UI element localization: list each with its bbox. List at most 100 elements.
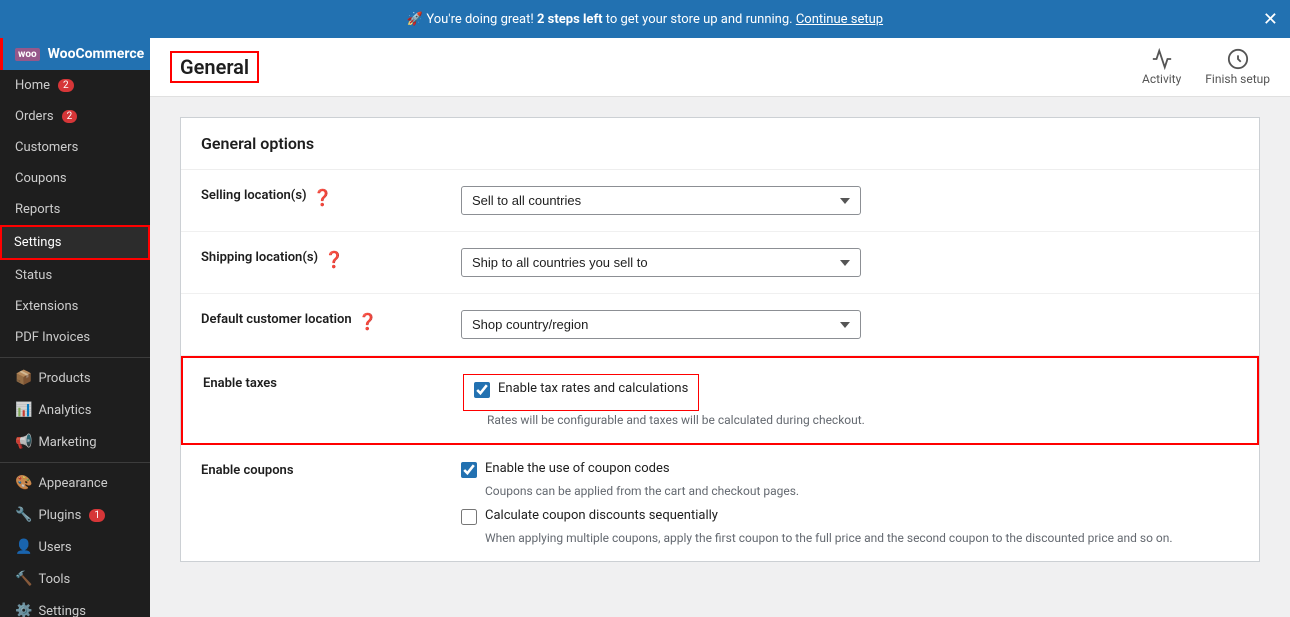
shipping-location-select[interactable]: Ship to all countries you sell to Ship t…: [461, 248, 861, 277]
analytics-icon: 📊: [15, 402, 32, 418]
tax-rates-checkbox[interactable]: [474, 382, 490, 398]
enable-coupons-label: Enable coupons: [201, 463, 294, 478]
users-icon: 👤: [15, 539, 32, 555]
sidebar-item-appearance[interactable]: 🎨 Appearance: [0, 467, 150, 499]
shipping-location-label: Shipping location(s): [201, 250, 318, 265]
sidebar-item-settings2[interactable]: ⚙️ Settings: [0, 595, 150, 617]
sidebar-item-analytics[interactable]: 📊 Analytics: [0, 394, 150, 426]
sidebar-logo[interactable]: woo WooCommerce: [0, 38, 150, 70]
settings-label: Settings: [14, 235, 61, 250]
pdf-invoices-label: PDF Invoices: [15, 330, 90, 345]
home-badge: 2: [58, 79, 74, 92]
coupon-sequential-checkbox[interactable]: [461, 509, 477, 525]
users-label: Users: [38, 540, 71, 555]
plugins-icon: 🔧: [15, 507, 32, 523]
coupon-sequential-checkbox-row: Calculate coupon discounts sequentially: [461, 508, 1239, 525]
default-customer-location-label: Default customer location: [201, 312, 352, 327]
coupon-sequential-description: When applying multiple coupons, apply th…: [485, 531, 1239, 545]
appearance-icon: 🎨: [15, 475, 32, 491]
coupon-codes-checkbox-row: Enable the use of coupon codes: [461, 461, 1239, 478]
products-label: Products: [38, 371, 90, 386]
shipping-location-help[interactable]: ❓: [324, 250, 344, 269]
sidebar-item-tools[interactable]: 🔨 Tools: [0, 563, 150, 595]
orders-label: Orders: [15, 109, 54, 124]
woo-icon: woo: [15, 48, 40, 61]
analytics-label: Analytics: [38, 403, 91, 418]
sidebar: woo WooCommerce Home 2 Orders 2 Customer…: [0, 38, 150, 617]
customers-label: Customers: [15, 140, 78, 155]
sidebar-item-pdf-invoices[interactable]: PDF Invoices: [0, 322, 150, 353]
enable-taxes-row: Enable taxes Enable tax rates and calcul…: [181, 356, 1259, 445]
default-customer-location-row: Default customer location ❓ Shop country…: [181, 294, 1259, 356]
selling-location-label: Selling location(s): [201, 188, 307, 203]
plugins-label: Plugins: [38, 508, 81, 523]
enable-coupons-row: Enable coupons Enable the use of coupon …: [181, 445, 1259, 561]
sidebar-item-settings[interactable]: Settings: [0, 225, 150, 260]
home-label: Home: [15, 78, 50, 93]
status-label: Status: [15, 268, 52, 283]
sidebar-logo-text: WooCommerce: [48, 46, 145, 62]
marketing-icon: 📢: [15, 434, 32, 450]
sidebar-item-coupons[interactable]: Coupons: [0, 163, 150, 194]
activity-button[interactable]: Activity: [1142, 48, 1181, 86]
general-options-section: General options Selling location(s) ❓ Se…: [180, 117, 1260, 562]
selling-location-select[interactable]: Sell to all countries Sell to specific c…: [461, 186, 861, 215]
tools-label: Tools: [38, 572, 70, 587]
tools-icon: 🔨: [15, 571, 32, 587]
sidebar-item-reports[interactable]: Reports: [0, 194, 150, 225]
sidebar-item-plugins[interactable]: 🔧 Plugins 1: [0, 499, 150, 531]
header-actions: Activity Finish setup: [1142, 48, 1270, 86]
tax-rates-checkbox-label[interactable]: Enable tax rates and calculations: [498, 381, 688, 396]
continue-setup-link[interactable]: Continue setup: [796, 12, 883, 27]
coupon-codes-label[interactable]: Enable the use of coupon codes: [485, 461, 670, 476]
selling-location-help[interactable]: ❓: [313, 188, 333, 207]
close-banner-button[interactable]: ✕: [1263, 10, 1278, 28]
orders-badge: 2: [62, 110, 78, 123]
finish-setup-label: Finish setup: [1205, 72, 1270, 86]
marketing-label: Marketing: [38, 435, 96, 450]
banner-message: 🚀 You're doing great! 2 steps left to ge…: [407, 12, 883, 27]
section-title: General options: [181, 118, 1259, 170]
tax-rates-description: Rates will be configurable and taxes wil…: [487, 413, 1237, 427]
selling-location-row: Selling location(s) ❓ Sell to all countr…: [181, 170, 1259, 232]
sidebar-item-extensions[interactable]: Extensions: [0, 291, 150, 322]
selling-location-control: Sell to all countries Sell to specific c…: [461, 186, 1239, 215]
page-header: General Activity Finish setup: [150, 38, 1290, 97]
content-area: General Activity Finish setup: [150, 38, 1290, 617]
sidebar-item-users[interactable]: 👤 Users: [0, 531, 150, 563]
sidebar-divider-2: [0, 462, 150, 463]
shipping-location-row: Shipping location(s) ❓ Ship to all count…: [181, 232, 1259, 294]
coupon-codes-checkbox[interactable]: [461, 462, 477, 478]
enable-taxes-control: Enable tax rates and calculations Rates …: [463, 374, 1237, 427]
sidebar-item-marketing[interactable]: 📢 Marketing: [0, 426, 150, 458]
products-icon: 📦: [15, 370, 32, 386]
activity-icon: [1151, 48, 1173, 70]
coupon-sequential-label[interactable]: Calculate coupon discounts sequentially: [485, 508, 718, 523]
finish-setup-icon: [1227, 48, 1249, 70]
settings2-label: Settings: [38, 604, 85, 617]
page-title: General: [170, 51, 259, 83]
extensions-label: Extensions: [15, 299, 78, 314]
finish-setup-button[interactable]: Finish setup: [1205, 48, 1270, 86]
sidebar-item-products[interactable]: 📦 Products: [0, 362, 150, 394]
setup-banner: 🚀 You're doing great! 2 steps left to ge…: [0, 0, 1290, 38]
enable-taxes-label: Enable taxes: [203, 376, 277, 391]
sidebar-item-status[interactable]: Status: [0, 260, 150, 291]
sidebar-item-customers[interactable]: Customers: [0, 132, 150, 163]
coupon-codes-description: Coupons can be applied from the cart and…: [485, 484, 1239, 498]
reports-label: Reports: [15, 202, 60, 217]
coupons-label: Coupons: [15, 171, 67, 186]
default-customer-location-select[interactable]: Shop country/region Geolocate No locatio…: [461, 310, 861, 339]
sidebar-item-orders[interactable]: Orders 2: [0, 101, 150, 132]
plugins-badge: 1: [89, 509, 105, 522]
settings-content: General options Selling location(s) ❓ Se…: [150, 97, 1290, 617]
appearance-label: Appearance: [38, 476, 107, 491]
default-customer-location-control: Shop country/region Geolocate No locatio…: [461, 310, 1239, 339]
enable-coupons-control: Enable the use of coupon codes Coupons c…: [461, 461, 1239, 545]
activity-label: Activity: [1142, 72, 1181, 86]
settings2-icon: ⚙️: [15, 603, 32, 617]
sidebar-item-home[interactable]: Home 2: [0, 70, 150, 101]
default-customer-location-help[interactable]: ❓: [358, 312, 378, 331]
shipping-location-control: Ship to all countries you sell to Ship t…: [461, 248, 1239, 277]
tax-rates-checkbox-row: Enable tax rates and calculations: [474, 381, 688, 398]
